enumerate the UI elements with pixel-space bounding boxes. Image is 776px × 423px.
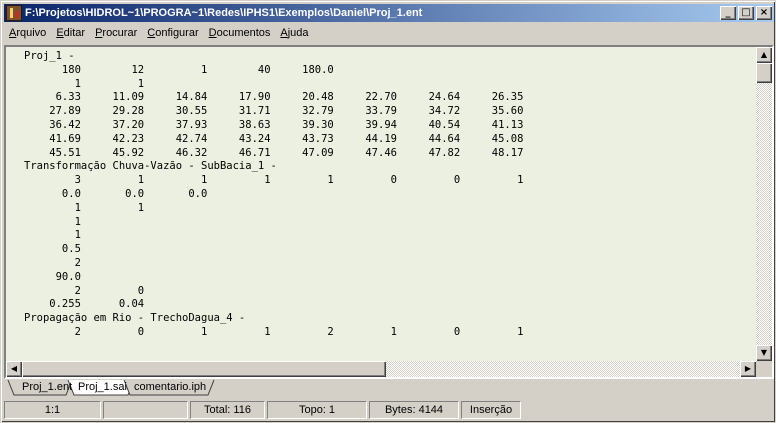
editor-line: 45.51 45.92 46.32 46.71 47.09 47.46 47.8… xyxy=(24,146,524,159)
menu-bar: Arquivo Editar Procurar Configurar Docum… xyxy=(4,24,774,43)
window-controls: _ □ × xyxy=(718,6,772,20)
menu-accel: D xyxy=(208,27,217,39)
menu-procurar[interactable]: Procurar xyxy=(90,24,142,43)
tab-proj1-ent[interactable]: Proj_1.ent xyxy=(18,380,76,395)
editor-line: Transformação Chuva-Vazão - SubBacia_1 - xyxy=(24,160,277,173)
horizontal-scrollbar[interactable]: ◀ ▶ xyxy=(6,361,756,377)
editor-line: 2 0 1 1 2 1 0 1 xyxy=(24,325,524,338)
vertical-scrollbar[interactable]: ▲ ▼ xyxy=(756,47,772,361)
editor-line: 0.5 xyxy=(24,243,81,256)
text-editor[interactable]: Proj_1 - 180 12 1 40 180.0 1 1 6.33 11.0… xyxy=(4,45,774,379)
scroll-up-button[interactable]: ▲ xyxy=(756,47,772,63)
menu-editar[interactable]: Editar xyxy=(51,24,90,43)
editor-line: 41.69 42.23 42.74 43.24 43.73 44.19 44.6… xyxy=(24,132,524,145)
menu-label: rquivo xyxy=(16,27,47,39)
menu-accel: C xyxy=(147,27,156,39)
maximize-button[interactable]: □ xyxy=(738,6,754,20)
status-cursor-position: 1:1 xyxy=(4,400,101,419)
menu-documentos[interactable]: Documentos xyxy=(204,24,276,43)
horizontal-scroll-thumb[interactable] xyxy=(22,361,386,377)
menu-label: juda xyxy=(287,27,309,39)
menu-label: onfigurar xyxy=(155,27,199,39)
status-total: Total: 116 xyxy=(190,400,265,419)
editor-window: F:\Projetos\HIDROL~1\PROGRA~1\Redes\IPHS… xyxy=(0,0,776,423)
window-title: F:\Projetos\HIDROL~1\PROGRA~1\Redes\IPHS… xyxy=(25,7,423,19)
menu-label: ocumentos xyxy=(216,27,271,39)
minimize-button[interactable]: _ xyxy=(720,6,736,20)
editor-line: 2 0 xyxy=(24,284,145,297)
status-empty xyxy=(103,400,188,419)
editor-line: 180 12 1 40 180.0 xyxy=(24,63,334,76)
menu-accel: A xyxy=(280,27,288,39)
menu-label: rocurar xyxy=(102,27,138,39)
editor-line: 0.255 0.04 xyxy=(24,298,145,311)
status-bytes: Bytes: 4144 xyxy=(369,400,459,419)
editor-line: 2 xyxy=(24,256,81,269)
editor-line: Propagação em Rio - TrechoDagua_4 - xyxy=(24,312,246,325)
status-bar: 1:1 Total: 116 Topo: 1 Bytes: 4144 Inser… xyxy=(4,399,774,420)
menu-label: ditar xyxy=(63,27,86,39)
editor-line: 27.89 29.28 30.55 31.71 32.79 33.79 34.7… xyxy=(24,105,524,118)
status-filler xyxy=(523,401,772,419)
editor-text-area[interactable]: Proj_1 - 180 12 1 40 180.0 1 1 6.33 11.0… xyxy=(6,47,756,361)
app-icon[interactable] xyxy=(6,5,22,21)
editor-line: 1 1 xyxy=(24,77,145,90)
editor-line: 0.0 0.0 0.0 xyxy=(24,187,208,200)
editor-line: 3 1 1 1 1 0 0 1 xyxy=(24,174,524,187)
menu-arquivo[interactable]: Arquivo xyxy=(4,24,51,43)
menu-ajuda[interactable]: Ajuda xyxy=(275,24,313,43)
editor-line: 1 xyxy=(24,215,81,228)
tab-proj1-sai[interactable]: Proj_1.sai xyxy=(74,380,131,395)
close-button[interactable]: × xyxy=(756,6,772,20)
tab-comentario-iph[interactable]: comentario.iph xyxy=(130,380,210,395)
scroll-corner xyxy=(756,361,772,377)
editor-line: 1 1 xyxy=(24,201,145,214)
scroll-right-button[interactable]: ▶ xyxy=(740,361,756,377)
document-tabs: Proj_1.ent Proj_1.sai comentario.iph xyxy=(4,380,774,397)
title-bar[interactable]: F:\Projetos\HIDROL~1\PROGRA~1\Redes\IPHS… xyxy=(4,4,774,22)
menu-accel: E xyxy=(56,27,64,39)
status-mode: Inserção xyxy=(461,400,521,419)
scroll-left-button[interactable]: ◀ xyxy=(6,361,22,377)
vertical-scroll-thumb[interactable] xyxy=(756,63,772,83)
editor-line: 90.0 xyxy=(24,270,81,283)
scroll-down-button[interactable]: ▼ xyxy=(756,345,772,361)
editor-line: 6.33 11.09 14.84 17.90 20.48 22.70 24.64… xyxy=(24,91,524,104)
menu-configurar[interactable]: Configurar xyxy=(142,24,203,43)
editor-line: Proj_1 - xyxy=(24,50,75,62)
status-topo: Topo: 1 xyxy=(267,400,367,419)
editor-line: 1 xyxy=(24,229,81,242)
editor-line: 36.42 37.20 37.93 38.63 39.30 39.94 40.5… xyxy=(24,118,524,131)
